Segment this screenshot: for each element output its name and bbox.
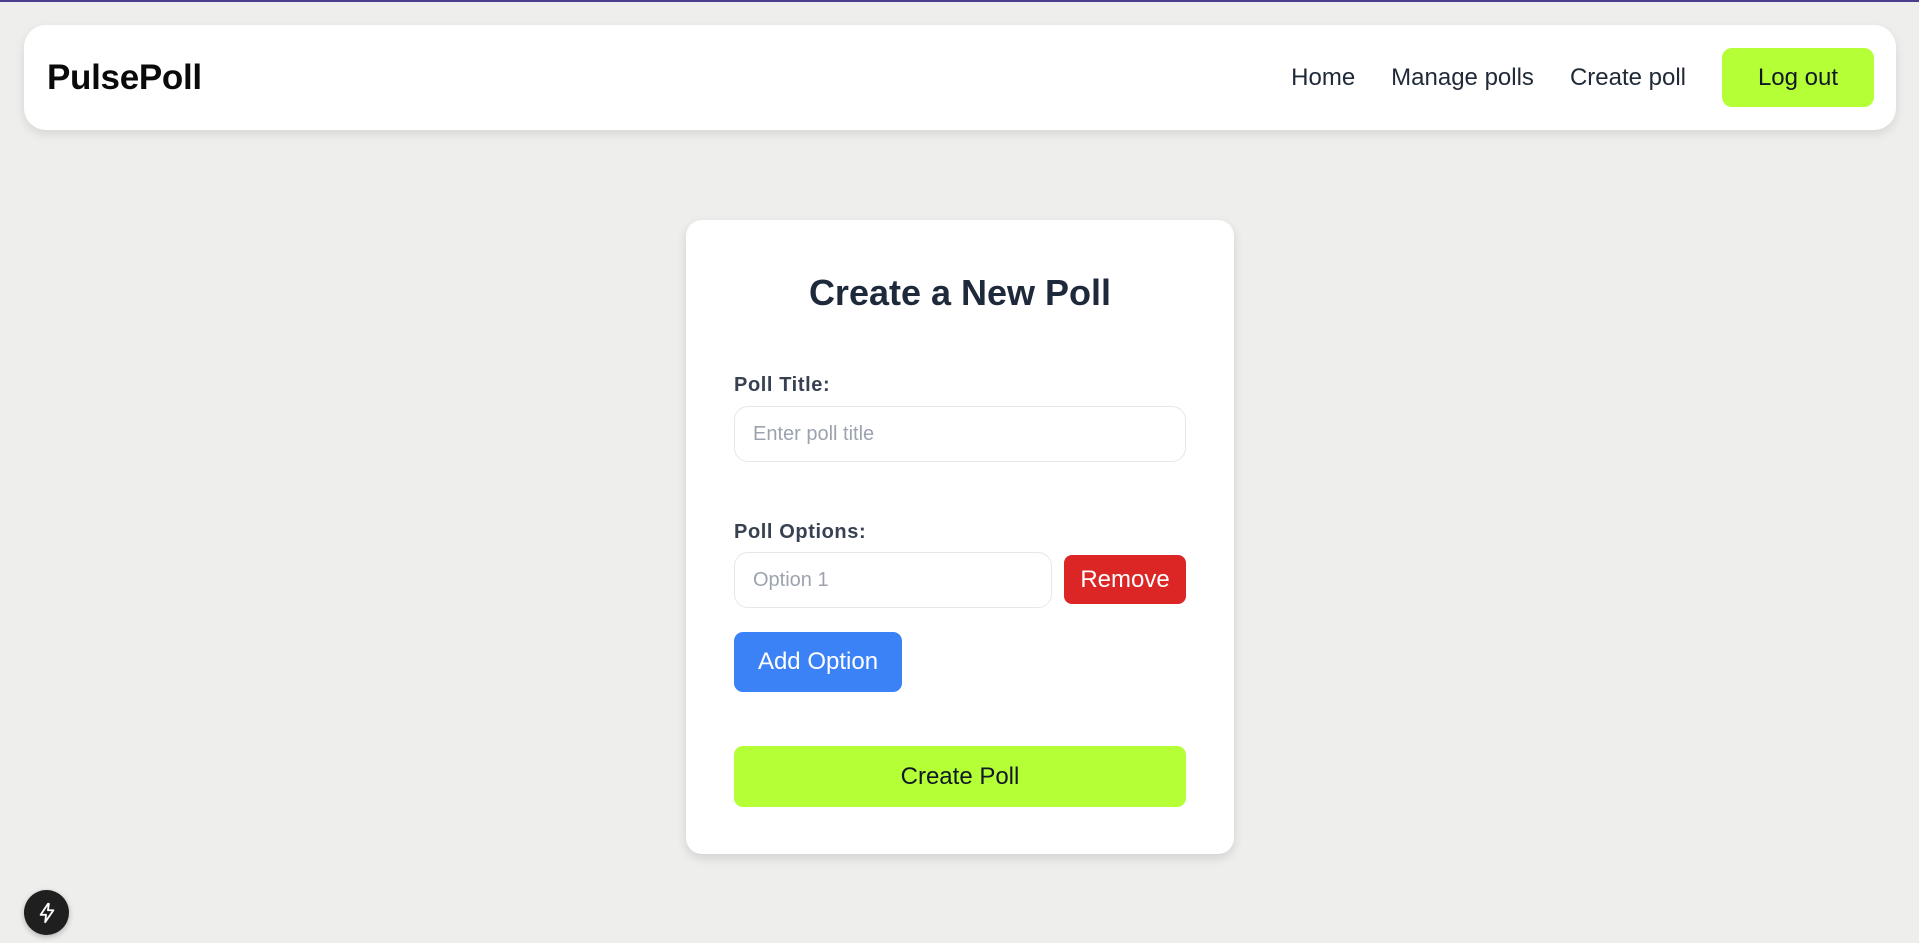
add-option-button[interactable]: Add Option	[734, 632, 902, 692]
dev-tools-indicator[interactable]	[24, 890, 69, 935]
poll-title-label: Poll Title:	[734, 374, 831, 396]
poll-title-input[interactable]	[734, 406, 1186, 462]
poll-options-label: Poll Options:	[734, 521, 867, 543]
top-accent-line	[0, 0, 1919, 2]
create-poll-card: Create a New Poll Poll Title: Poll Optio…	[686, 220, 1234, 854]
nav-link-home[interactable]: Home	[1291, 64, 1355, 92]
remove-option-button[interactable]: Remove	[1064, 555, 1186, 604]
lightning-bolt-icon	[39, 902, 54, 923]
poll-option-input[interactable]	[734, 552, 1052, 608]
nav-link-manage-polls[interactable]: Manage polls	[1391, 64, 1534, 92]
navbar: PulsePoll Home Manage polls Create poll …	[24, 25, 1896, 130]
page-title: Create a New Poll	[808, 272, 1112, 313]
logout-button[interactable]: Log out	[1722, 48, 1874, 107]
nav-link-create-poll[interactable]: Create poll	[1570, 64, 1686, 92]
create-poll-button[interactable]: Create Poll	[734, 746, 1186, 807]
nav-links: Home Manage polls Create poll Log out	[1291, 48, 1874, 107]
brand-logo[interactable]: PulsePoll	[47, 58, 202, 98]
